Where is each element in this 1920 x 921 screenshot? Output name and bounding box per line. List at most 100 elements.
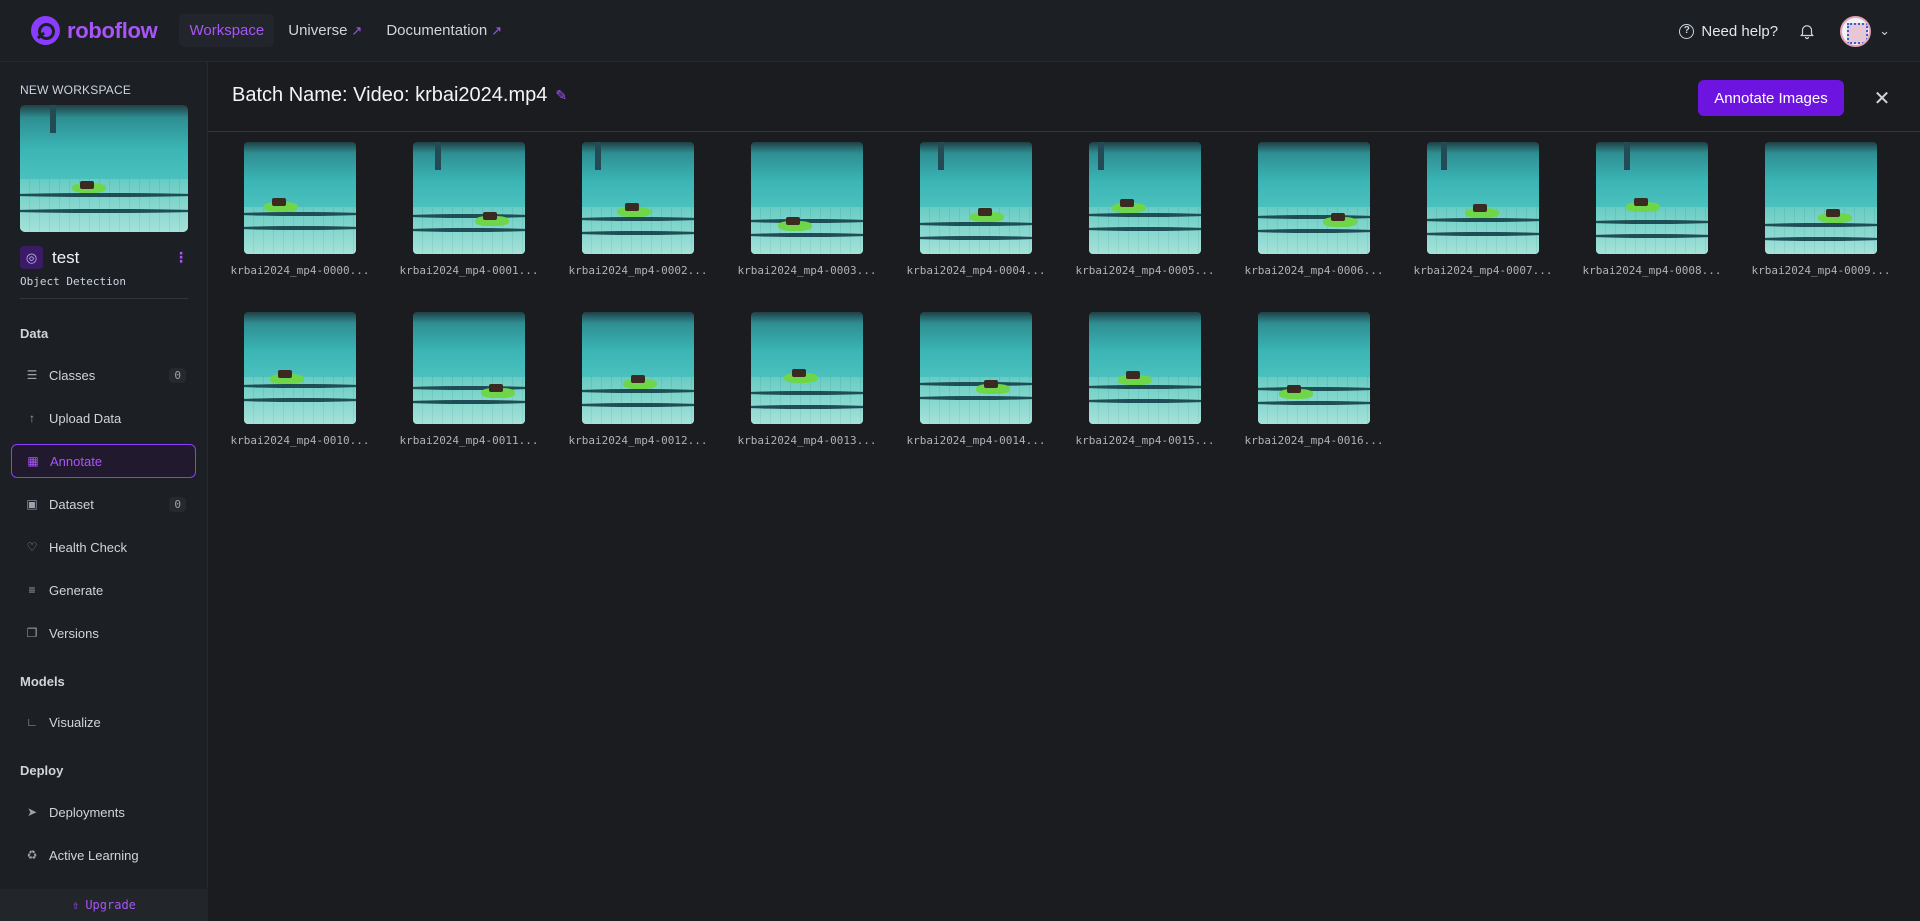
- nav-workspace-label: Workspace: [189, 22, 265, 39]
- dataset-count: 0: [169, 496, 186, 512]
- sidebar: NEW WORKSPACE ◎ test ⋮ Object Detection …: [0, 62, 208, 921]
- nav-universe-label: Universe: [288, 22, 348, 39]
- sidebar-item-label: Versions: [49, 625, 99, 641]
- sidebar-item-label: Deployments: [49, 804, 125, 820]
- image-thumbnail[interactable]: [582, 312, 694, 424]
- image-filename: krbai2024_mp4-0015...: [1075, 434, 1215, 447]
- image-filename: krbai2024_mp4-0000...: [230, 264, 370, 277]
- image-thumbnail[interactable]: [582, 142, 694, 254]
- image-filename: krbai2024_mp4-0008...: [1582, 264, 1722, 277]
- project-thumbnail[interactable]: [20, 105, 188, 232]
- image-filename: krbai2024_mp4-0001...: [399, 264, 539, 277]
- nav-workspace[interactable]: Workspace: [179, 14, 275, 47]
- image-thumbnail[interactable]: [1258, 312, 1370, 424]
- help-button[interactable]: ? Need help?: [1679, 23, 1778, 40]
- image-thumbnail[interactable]: [1089, 312, 1201, 424]
- image-thumbnail[interactable]: [1258, 142, 1370, 254]
- rocket-icon: ➤: [26, 805, 38, 819]
- section-deploy: Deploy: [20, 763, 64, 778]
- image-thumbnail[interactable]: [1596, 142, 1708, 254]
- upgrade-icon: ⇧: [72, 898, 80, 912]
- versions-icon: ❐: [26, 626, 38, 640]
- image-thumbnail[interactable]: [244, 142, 356, 254]
- image-filename: krbai2024_mp4-0012...: [568, 434, 708, 447]
- image-thumbnail[interactable]: [1765, 142, 1877, 254]
- image-thumbnail[interactable]: [751, 142, 863, 254]
- globe-icon: ◎: [20, 246, 43, 269]
- stack-icon: ≡: [28, 583, 36, 597]
- sidebar-item-visualize[interactable]: ∟ Visualize: [11, 705, 196, 739]
- image-thumbnail[interactable]: [920, 312, 1032, 424]
- image-filename: krbai2024_mp4-0013...: [737, 434, 877, 447]
- image-filename: krbai2024_mp4-0007...: [1413, 264, 1553, 277]
- image-filename: krbai2024_mp4-0005...: [1075, 264, 1215, 277]
- edit-icon[interactable]: ✎: [555, 87, 567, 104]
- divider: [20, 298, 188, 299]
- project-name: test: [52, 247, 80, 267]
- sidebar-item-label: Visualize: [49, 714, 101, 730]
- sidebar-item-label: Upload Data: [49, 410, 122, 426]
- image-thumbnail[interactable]: [751, 312, 863, 424]
- annotate-icon: ▦: [27, 454, 39, 468]
- sidebar-item-label: Annotate: [50, 453, 103, 469]
- sidebar-item-label: Active Learning: [49, 847, 139, 863]
- image-filename: krbai2024_mp4-0014...: [906, 434, 1046, 447]
- workspace-title: NEW WORKSPACE: [20, 83, 132, 97]
- image-thumbnail[interactable]: [920, 142, 1032, 254]
- sidebar-item-health-check[interactable]: ♡ Health Check: [11, 530, 196, 564]
- chevron-down-icon[interactable]: ⌄: [1879, 23, 1890, 39]
- upgrade-label: Upgrade: [85, 898, 136, 912]
- project-type: Object Detection: [20, 275, 126, 288]
- chart-icon: ∟: [26, 715, 38, 729]
- image-filename: krbai2024_mp4-0004...: [906, 264, 1046, 277]
- roboflow-logo-icon: [31, 16, 60, 45]
- section-models: Models: [20, 674, 65, 689]
- sidebar-item-versions[interactable]: ❐ Versions: [11, 616, 196, 650]
- user-avatar[interactable]: [1840, 15, 1872, 47]
- external-link-icon: ↗: [491, 22, 503, 38]
- sidebar-item-annotate[interactable]: ▦ Annotate: [11, 444, 196, 478]
- image-filename: krbai2024_mp4-0002...: [568, 264, 708, 277]
- project-row[interactable]: ◎ test ⋮: [20, 246, 188, 269]
- image-thumbnail[interactable]: [244, 312, 356, 424]
- image-filename: krbai2024_mp4-0011...: [399, 434, 539, 447]
- image-thumbnail[interactable]: [413, 312, 525, 424]
- image-thumbnail[interactable]: [1427, 142, 1539, 254]
- sidebar-item-upload-data[interactable]: ↑ Upload Data: [11, 401, 196, 435]
- more-options-icon[interactable]: ⋮: [174, 249, 188, 266]
- upload-icon: ↑: [29, 411, 35, 425]
- main-content: Batch Name: Video: krbai2024.mp4 ✎ Annot…: [208, 62, 1920, 921]
- external-link-icon: ↗: [351, 22, 363, 38]
- image-filename: krbai2024_mp4-0003...: [737, 264, 877, 277]
- sidebar-item-dataset[interactable]: ▣ Dataset 0: [11, 487, 196, 521]
- roboflow-logo[interactable]: roboflow: [31, 16, 158, 45]
- nav-universe[interactable]: Universe ↗: [278, 14, 372, 47]
- sidebar-item-deployments[interactable]: ➤ Deployments: [11, 795, 196, 829]
- sidebar-item-generate[interactable]: ≡ Generate: [11, 573, 196, 607]
- batch-title-text: Batch Name: Video: krbai2024.mp4: [232, 84, 548, 106]
- help-label: Need help?: [1701, 22, 1779, 40]
- logo-text: roboflow: [67, 17, 158, 43]
- image-filename: krbai2024_mp4-0016...: [1244, 434, 1384, 447]
- image-filename: krbai2024_mp4-0010...: [230, 434, 370, 447]
- question-icon: ?: [1679, 23, 1695, 39]
- image-thumbnail[interactable]: [1089, 142, 1201, 254]
- upgrade-button[interactable]: ⇧ Upgrade: [0, 889, 208, 921]
- image-filename: krbai2024_mp4-0009...: [1751, 264, 1891, 277]
- list-icon: ☰: [26, 368, 38, 382]
- sidebar-item-label: Generate: [49, 582, 104, 598]
- sidebar-item-label: Dataset: [49, 496, 94, 512]
- bell-icon[interactable]: [1798, 22, 1816, 40]
- image-thumbnail[interactable]: [413, 142, 525, 254]
- batch-header: Batch Name: Video: krbai2024.mp4 ✎ Annot…: [208, 62, 1920, 132]
- sidebar-item-label: Health Check: [49, 539, 128, 555]
- sidebar-item-classes[interactable]: ☰ Classes 0: [11, 358, 196, 392]
- sidebar-item-active-learning[interactable]: ♻ Active Learning: [11, 838, 196, 872]
- annotate-images-button[interactable]: Annotate Images: [1698, 80, 1844, 116]
- nav-documentation-label: Documentation: [386, 22, 488, 39]
- sidebar-item-label: Classes: [49, 367, 96, 383]
- top-navbar: roboflow Workspace Universe ↗ Documentat…: [0, 0, 1920, 62]
- images-icon: ▣: [26, 497, 38, 511]
- nav-documentation[interactable]: Documentation ↗: [376, 14, 512, 47]
- close-icon[interactable]: ✕: [1868, 84, 1896, 112]
